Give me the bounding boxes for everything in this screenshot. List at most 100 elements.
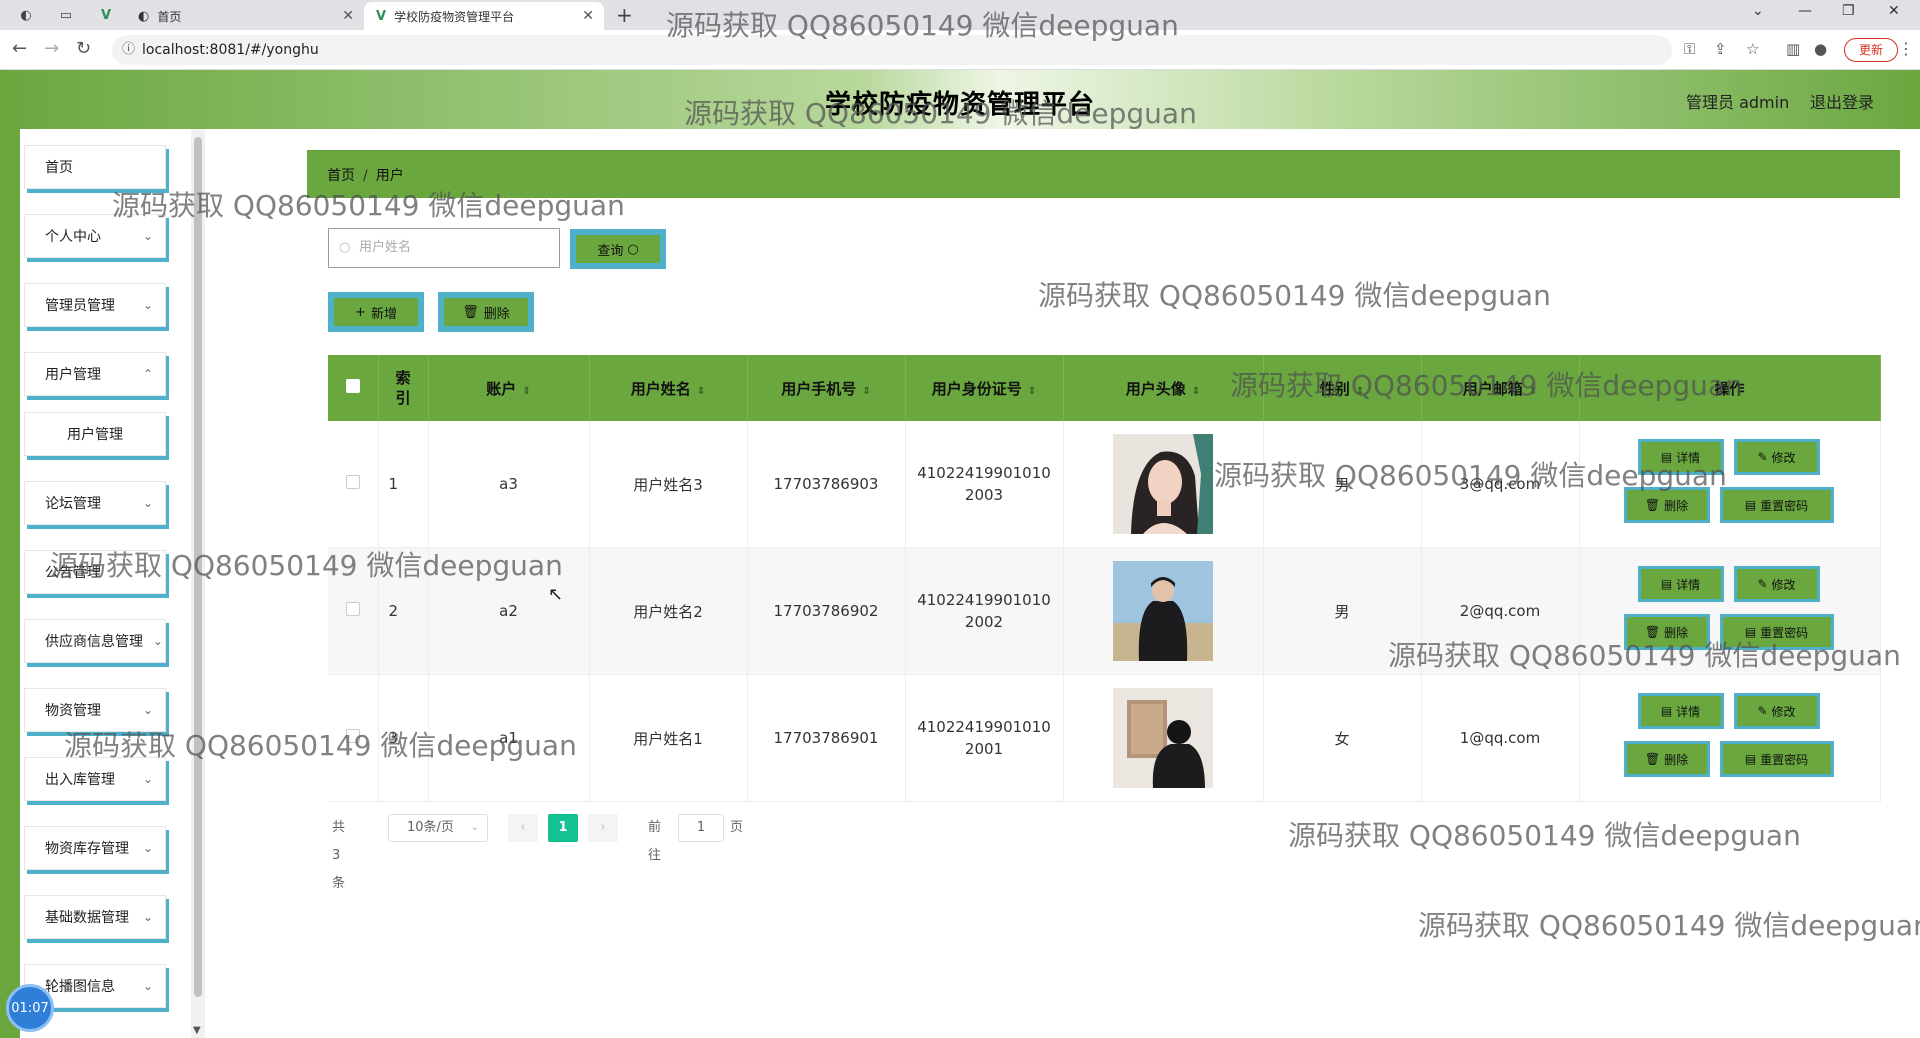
update-button[interactable]: 更新 <box>1844 38 1898 62</box>
sidebar-scrollbar[interactable]: ▼ <box>191 129 205 1038</box>
blank-tab-icon[interactable]: ▭ <box>56 5 76 25</box>
chevron-down-icon[interactable]: ⌄ <box>1752 3 1764 19</box>
sidebar-item-basedata[interactable]: 基础数据管理 ⌄ <box>24 895 166 939</box>
pencil-icon: ✎ <box>1757 450 1768 464</box>
cell-phone: 17703786901 <box>747 674 906 802</box>
document-icon: ▤ <box>1660 704 1673 718</box>
scroll-thumb[interactable] <box>194 137 202 997</box>
sidebar-toggle-icon[interactable]: ▥ <box>1786 40 1800 58</box>
cell-idcard: 41022419901010 2002 <box>905 547 1064 675</box>
col-name[interactable]: 用户姓名 ⇕ <box>589 355 748 421</box>
select-all-checkbox[interactable] <box>345 379 360 393</box>
row-checkbox[interactable] <box>345 475 360 489</box>
edit-button[interactable]: ✎ 修改 <box>1733 693 1820 729</box>
sidebar-item-stock[interactable]: 物资库存管理 ⌄ <box>24 826 166 870</box>
close-window-icon[interactable]: ✕ <box>1888 3 1900 19</box>
sort-icon[interactable]: ⇕ <box>1356 386 1364 397</box>
delete-button[interactable]: 🗑 删除 <box>438 292 534 332</box>
tab-label: 首页 <box>157 9 182 24</box>
page-size-select[interactable]: 10条/页 ⌄ <box>388 814 488 842</box>
col-idcard[interactable]: 用户身份证号 ⇕ <box>905 355 1064 421</box>
col-email[interactable]: 用户邮箱 ⇕ <box>1421 355 1580 421</box>
new-tab-button[interactable]: + <box>616 3 633 27</box>
info-icon[interactable]: ⓘ <box>122 35 135 65</box>
row-select[interactable] <box>328 547 379 675</box>
back-icon[interactable]: ← <box>12 38 27 59</box>
sidebar-subitem-users[interactable]: 用户管理 <box>24 412 166 456</box>
detail-button[interactable]: ▤ 详情 <box>1637 693 1724 729</box>
reset-password-button[interactable]: ▤ 重置密码 <box>1719 614 1834 650</box>
document-icon: ▤ <box>1744 752 1757 766</box>
url-field[interactable]: ⓘ localhost:8081/#/yonghu <box>112 35 1672 65</box>
close-icon[interactable]: ✕ <box>582 8 594 24</box>
row-delete-button[interactable]: 🗑 删除 <box>1623 741 1710 777</box>
row-select[interactable] <box>328 421 379 548</box>
select-all-cell[interactable] <box>328 355 379 421</box>
row-checkbox[interactable] <box>345 729 360 743</box>
col-phone[interactable]: 用户手机号 ⇕ <box>747 355 906 421</box>
col-account[interactable]: 账户 ⇕ <box>428 355 590 421</box>
avatar[interactable] <box>1113 688 1213 788</box>
edit-button[interactable]: ✎ 修改 <box>1733 566 1820 602</box>
goto-page-input[interactable]: 1 <box>678 814 724 842</box>
reload-icon[interactable]: ↻ <box>76 38 91 59</box>
col-gender[interactable]: 性别 ⇕ <box>1263 355 1422 421</box>
sort-icon[interactable]: ⇕ <box>1192 386 1200 397</box>
sidebar-item-supplies[interactable]: 物资管理 ⌄ <box>24 688 166 732</box>
share-icon[interactable]: ⇪ <box>1714 40 1727 58</box>
star-icon[interactable]: ☆ <box>1746 40 1759 58</box>
detail-button[interactable]: ▤ 详情 <box>1637 566 1724 602</box>
avatar[interactable] <box>1113 434 1213 534</box>
sidebar-item-home[interactable]: 首页 <box>24 145 166 189</box>
profile-icon[interactable]: ● <box>1814 40 1827 58</box>
add-button[interactable]: + 新增 <box>328 292 424 332</box>
menu-icon[interactable]: ⋮ <box>1898 39 1914 58</box>
edit-button[interactable]: ✎ 修改 <box>1733 439 1820 475</box>
sidebar-item-personal[interactable]: 个人中心 ⌄ <box>24 214 166 258</box>
search-input[interactable]: ○ 用户姓名 <box>328 228 560 268</box>
sort-icon[interactable]: ⇕ <box>522 386 530 397</box>
globe-icon[interactable]: ◐ <box>16 5 36 25</box>
sidebar-item-supplier[interactable]: 供应商信息管理 ⌄ <box>24 619 166 663</box>
minimize-icon[interactable]: — <box>1798 3 1812 19</box>
chevron-down-icon: ⌄ <box>470 822 479 833</box>
sidebar-item-admin[interactable]: 管理员管理 ⌄ <box>24 283 166 327</box>
user-table: 索引 账户 ⇕ 用户姓名 ⇕ 用户手机号 ⇕ 用户身份证号 ⇕ 用户头像 ⇕ 性别 ⇕ 用户… <box>328 355 1881 802</box>
prev-page-button[interactable]: ‹ <box>508 814 538 842</box>
row-checkbox[interactable] <box>345 602 360 616</box>
sort-icon[interactable]: ⇕ <box>862 386 870 397</box>
row-delete-button[interactable]: 🗑 删除 <box>1623 487 1710 523</box>
reset-password-button[interactable]: ▤ 重置密码 <box>1719 487 1834 523</box>
key-icon[interactable]: ⚿ <box>1684 40 1695 58</box>
col-avatar[interactable]: 用户头像 ⇕ <box>1063 355 1264 421</box>
tab-home[interactable]: ◐ 首页 ✕ <box>126 2 364 30</box>
reset-password-button[interactable]: ▤ 重置密码 <box>1719 741 1834 777</box>
tab-platform[interactable]: V 学校防疫物资管理平台 ✕ <box>364 2 604 30</box>
page-1-button[interactable]: 1 <box>548 814 578 842</box>
edit-label: 修改 <box>1771 450 1796 465</box>
sidebar-item-notice[interactable]: 公告管理 <box>24 550 166 594</box>
breadcrumb-home[interactable]: 首页 <box>327 168 355 184</box>
sidebar-item-inout[interactable]: 出入库管理 ⌄ <box>24 757 166 801</box>
forward-icon[interactable]: → <box>44 38 59 59</box>
query-button[interactable]: 查询 ○ <box>570 229 666 269</box>
sidebar-item-forum[interactable]: 论坛管理 ⌄ <box>24 481 166 525</box>
row-select[interactable] <box>328 674 379 802</box>
vue-icon[interactable]: V <box>96 5 116 25</box>
sort-icon[interactable]: ⇕ <box>1529 386 1537 397</box>
sidebar-item-users[interactable]: 用户管理 ⌃ <box>24 352 166 396</box>
logout-link[interactable]: 退出登录 <box>1810 89 1874 113</box>
sort-icon[interactable]: ⇕ <box>1028 386 1036 397</box>
scroll-down-icon[interactable]: ▼ <box>193 1025 201 1036</box>
document-icon: ▤ <box>1744 625 1757 639</box>
cell-index: 3 <box>378 674 429 802</box>
total-count: 共 3 条 <box>332 820 346 891</box>
sort-icon[interactable]: ⇕ <box>697 386 705 397</box>
next-page-button[interactable]: › <box>588 814 618 842</box>
restore-icon[interactable]: ❐ <box>1842 3 1855 19</box>
row-delete-button[interactable]: 🗑 删除 <box>1623 614 1710 650</box>
add-label: 新增 <box>370 306 397 322</box>
close-icon[interactable]: ✕ <box>342 8 354 24</box>
avatar[interactable] <box>1113 561 1213 661</box>
detail-button[interactable]: ▤ 详情 <box>1637 439 1724 475</box>
